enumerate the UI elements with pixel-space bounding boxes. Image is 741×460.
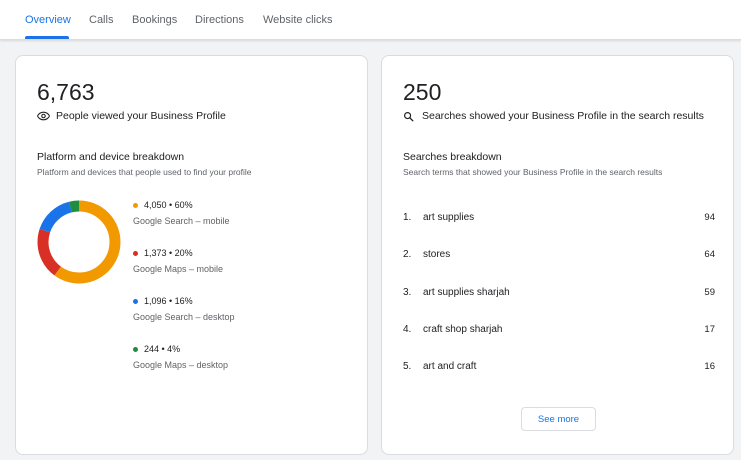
profile-views-card: 6,763 People viewed your Business Profil… (15, 55, 368, 455)
profile-views-total: 6,763 (37, 79, 95, 105)
searches-caption-row: Searches showed your Business Profile in… (403, 110, 704, 122)
platform-breakdown-title: Platform and device breakdown (37, 151, 185, 163)
platform-breakdown-subtitle: Platform and devices that people used to… (37, 167, 252, 177)
search-term: stores (423, 249, 451, 260)
search-rank: 5. (403, 361, 412, 372)
search-count: 59 (704, 287, 715, 298)
legend-value: 4,050 • 60% (144, 200, 193, 210)
search-rank: 4. (403, 324, 412, 335)
legend-item-search-mobile: 4,050 • 60% Google Search – mobile (133, 200, 230, 226)
tab-bar: Overview Calls Bookings Directions Websi… (0, 0, 741, 40)
tab-calls[interactable]: Calls (89, 14, 113, 26)
tab-directions[interactable]: Directions (195, 14, 244, 26)
searches-breakdown-subtitle: Search terms that showed your Business P… (403, 167, 663, 177)
search-rank: 3. (403, 287, 412, 298)
legend-dot (133, 202, 138, 208)
legend-item-search-desktop: 1,096 • 16% Google Search – desktop (133, 296, 235, 322)
tab-overview[interactable]: Overview (25, 14, 71, 26)
searches-breakdown-title: Searches breakdown (403, 151, 502, 163)
legend-dot (133, 250, 138, 256)
search-rank: 1. (403, 212, 412, 223)
search-term: art supplies (423, 212, 475, 223)
profile-views-caption: People viewed your Business Profile (56, 110, 226, 122)
search-icon (403, 110, 417, 122)
searches-card: 250 Searches showed your Business Profil… (381, 55, 734, 455)
legend-label: Google Maps – mobile (133, 264, 224, 274)
legend-label: Google Search – desktop (133, 312, 235, 322)
searches-caption: Searches showed your Business Profile in… (422, 110, 704, 122)
tab-website-clicks[interactable]: Website clicks (263, 14, 332, 26)
search-count: 17 (704, 324, 715, 335)
search-count: 64 (704, 249, 715, 260)
active-tab-indicator (25, 36, 69, 39)
legend-value: 244 • 4% (144, 344, 181, 354)
search-rank: 2. (403, 249, 412, 260)
legend-dot (133, 346, 138, 352)
platform-donut-chart (37, 200, 121, 284)
tab-bookings[interactable]: Bookings (132, 14, 177, 26)
searches-total: 250 (403, 79, 442, 105)
search-term: art and craft (423, 361, 477, 372)
search-count: 94 (704, 212, 715, 223)
legend-label: Google Maps – desktop (133, 360, 229, 370)
legend-item-maps-desktop: 244 • 4% Google Maps – desktop (133, 344, 228, 370)
search-term: craft shop sharjah (423, 324, 503, 335)
legend-item-maps-mobile: 1,373 • 20% Google Maps – mobile (133, 248, 223, 274)
search-count: 16 (704, 361, 715, 372)
eye-icon (37, 110, 51, 122)
legend-label: Google Search – mobile (133, 216, 230, 226)
legend-dot (133, 298, 138, 304)
legend-value: 1,373 • 20% (144, 248, 193, 258)
search-term: art supplies sharjah (423, 287, 510, 298)
profile-views-caption-row: People viewed your Business Profile (37, 110, 226, 122)
see-more-button[interactable]: See more (521, 407, 596, 431)
legend-value: 1,096 • 16% (144, 296, 193, 306)
